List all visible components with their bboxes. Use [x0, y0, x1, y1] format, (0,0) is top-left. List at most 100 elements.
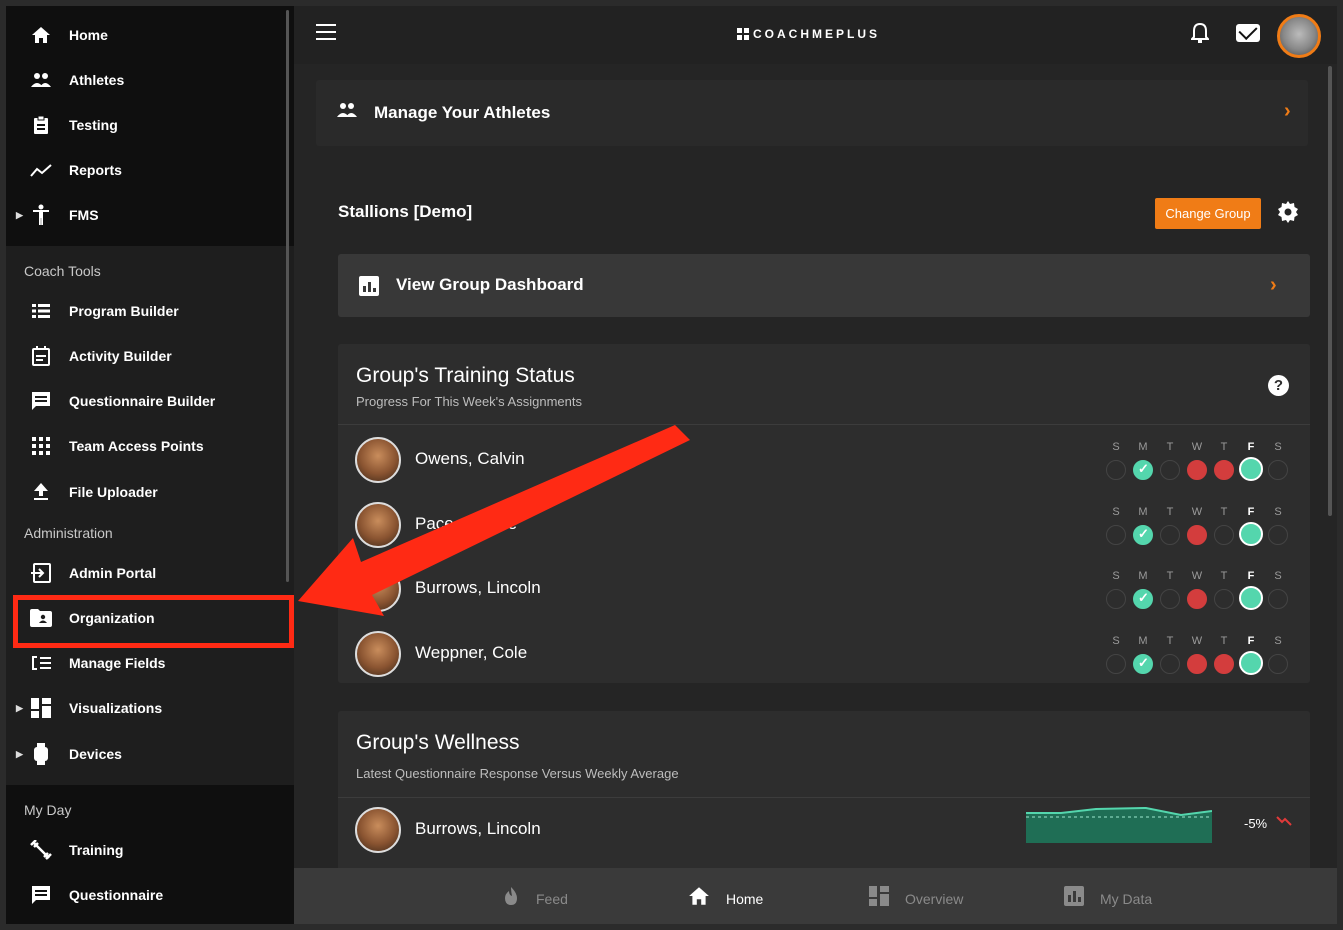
day-status-dot[interactable] [1214, 524, 1234, 545]
calendar-icon [30, 345, 52, 367]
sidebar-item-program-builder[interactable]: Program Builder [6, 291, 294, 331]
expand-caret-icon[interactable]: ▶ [16, 703, 23, 714]
main-scrollbar[interactable] [1328, 66, 1332, 516]
day-status-dot[interactable] [1268, 460, 1288, 480]
athlete-avatar [355, 437, 401, 483]
day-status-dot[interactable] [1160, 460, 1180, 480]
sidebar-item-label: Manage Fields [69, 655, 166, 671]
week-status: SMTWTFS [1106, 570, 1296, 610]
chart-icon [359, 276, 379, 296]
athlete-row[interactable]: Weppner, Cole S M T W T F S [338, 621, 1310, 685]
help-icon[interactable]: ? [1268, 375, 1289, 396]
manage-athletes-label: Manage Your Athletes [374, 103, 551, 122]
day-status-dot[interactable] [1268, 653, 1288, 674]
gear-icon[interactable] [1276, 200, 1300, 231]
day-status-dot[interactable] [1133, 460, 1153, 480]
day-status-dot[interactable] [1268, 524, 1288, 545]
day-status-dot[interactable] [1239, 586, 1263, 610]
training-status-subtitle: Progress For This Week's Assignments [356, 394, 582, 409]
week-status: SMTWTFS [1106, 635, 1296, 675]
sidebar-item-activity-builder[interactable]: Activity Builder [6, 336, 294, 376]
mail-icon[interactable] [1236, 24, 1260, 42]
day-status-dot[interactable] [1106, 653, 1126, 674]
logo-mark-icon [737, 28, 749, 40]
sidebar-item-label: Reports [69, 162, 122, 178]
day-status-dot[interactable] [1214, 589, 1234, 609]
change-group-button[interactable]: Change Group [1155, 198, 1261, 229]
view-group-dashboard-card[interactable]: View Group Dashboard › [338, 254, 1310, 317]
manage-athletes-card[interactable]: Manage Your Athletes › [316, 80, 1308, 146]
sidebar-item-fms[interactable]: ▶ FMS [6, 195, 294, 235]
day-status-dot[interactable] [1214, 460, 1234, 480]
day-status-dot[interactable] [1133, 653, 1153, 674]
day-letter: F [1247, 634, 1255, 647]
sidebar-item-reports[interactable]: Reports [6, 150, 294, 190]
sidebar-item-team-access-points[interactable]: Team Access Points [6, 426, 294, 466]
day-letter: S [1274, 570, 1282, 582]
user-avatar[interactable] [1277, 14, 1321, 58]
fields-icon [30, 652, 52, 674]
day-status-dot[interactable] [1133, 524, 1153, 545]
app-logo: COACHMEPLUS [737, 27, 880, 41]
sidebar-item-file-uploader[interactable]: File Uploader [6, 472, 294, 512]
sidebar-item-label: Questionnaire Builder [69, 393, 216, 409]
bottom-nav-my-data[interactable]: My Data [1064, 886, 1152, 912]
sidebar-item-manage-fields[interactable]: Manage Fields [6, 643, 294, 683]
day-status-dot[interactable] [1133, 589, 1153, 609]
day-status-dot[interactable] [1268, 589, 1288, 609]
expand-caret-icon[interactable]: ▶ [16, 210, 23, 221]
day-status-dot[interactable] [1160, 524, 1180, 545]
athlete-row[interactable]: Owens, Calvin S M T W T F S [338, 427, 1310, 491]
athlete-row[interactable]: Burrows, Lincoln S M T W T F S [338, 556, 1310, 620]
day-status-dot[interactable] [1106, 524, 1126, 545]
sidebar-item-home[interactable]: Home [6, 15, 294, 55]
view-group-dashboard-label: View Group Dashboard [396, 275, 584, 294]
day-letter: W [1191, 570, 1203, 582]
sidebar-item-devices[interactable]: ▶ Devices [6, 734, 294, 774]
day-status-dot[interactable] [1187, 653, 1207, 674]
sidebar-item-athletes[interactable]: Athletes [6, 60, 294, 100]
day-status-dot[interactable] [1160, 653, 1180, 674]
day-status-dot[interactable] [1239, 521, 1263, 546]
day-letter: T [1220, 634, 1228, 647]
day-letter: F [1247, 441, 1255, 453]
dashboard-icon [30, 697, 52, 719]
section-heading-coach-tools: Coach Tools [24, 263, 101, 279]
day-letter: T [1220, 505, 1228, 518]
notifications-bell-icon[interactable] [1189, 22, 1211, 50]
hamburger-menu-icon[interactable] [316, 24, 336, 40]
day-status-dot[interactable] [1239, 650, 1263, 675]
day-letter: S [1112, 441, 1120, 453]
day-status-dot[interactable] [1187, 460, 1207, 480]
bottom-nav-home[interactable]: Home [688, 886, 763, 912]
sidebar-item-admin-portal[interactable]: Admin Portal [6, 553, 294, 593]
expand-caret-icon[interactable]: ▶ [16, 749, 23, 760]
list-icon [30, 300, 52, 322]
bottom-nav-feed[interactable]: Feed [502, 886, 568, 912]
sidebar-item-label: FMS [69, 207, 99, 223]
day-status-dot[interactable] [1106, 460, 1126, 480]
day-status-dot[interactable] [1160, 589, 1180, 609]
wellness-card: Group's Wellness Latest Questionnaire Re… [338, 711, 1310, 871]
sidebar-item-questionnaire[interactable]: Questionnaire [6, 875, 294, 915]
athlete-name: Burrows, Lincoln [415, 578, 541, 597]
day-status-dot[interactable] [1187, 589, 1207, 609]
day-status-dot[interactable] [1239, 457, 1263, 481]
day-status-dot[interactable] [1214, 653, 1234, 674]
day-letter: S [1112, 505, 1120, 518]
main-content: COACHMEPLUS Manage Your Athletes › Stall… [294, 6, 1337, 871]
sidebar-item-testing[interactable]: Testing [6, 105, 294, 145]
day-status-dot[interactable] [1106, 589, 1126, 609]
sidebar-item-visualizations[interactable]: ▶ Visualizations [6, 688, 294, 728]
home-icon [30, 24, 52, 46]
day-letter: S [1274, 634, 1282, 647]
home-icon [688, 886, 710, 912]
athlete-row[interactable]: Pace, Charlie S M T W T F S [338, 492, 1310, 556]
day-status-dot[interactable] [1187, 524, 1207, 545]
logo-text: COACHMEPLUS [753, 27, 881, 41]
upload-icon [30, 481, 52, 503]
bottom-nav-overview[interactable]: Overview [869, 886, 963, 912]
sidebar-item-training[interactable]: Training [6, 830, 294, 870]
day-letter: M [1138, 570, 1148, 582]
sidebar-item-questionnaire-builder[interactable]: Questionnaire Builder [6, 381, 294, 421]
